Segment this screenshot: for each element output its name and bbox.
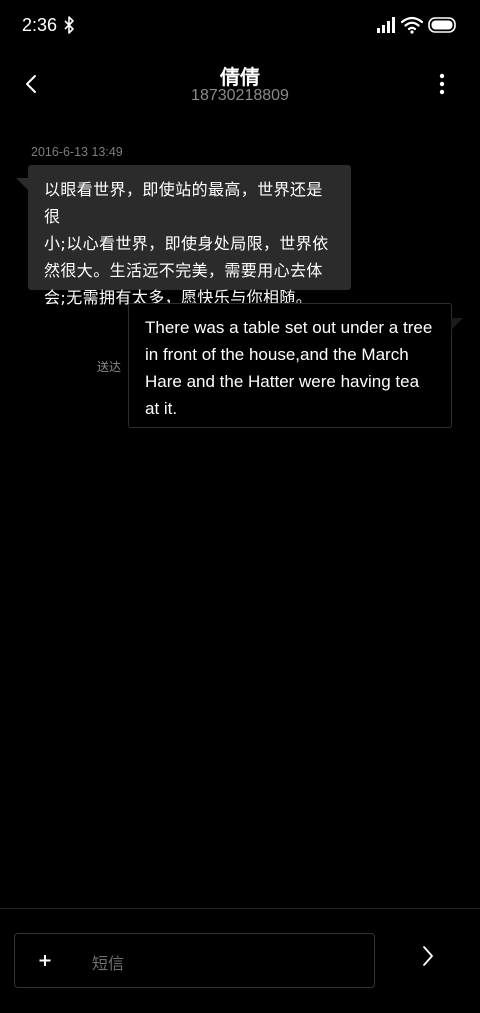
message-line: 以眼看世界，即使站的最高，世界还是很 [44, 180, 323, 226]
battery-icon [428, 17, 456, 33]
send-button[interactable] [414, 942, 442, 970]
message-input[interactable] [92, 950, 362, 976]
message-line: 小;以心看世界，即使身处局限，世界依 [44, 234, 329, 253]
sent-message-bubble[interactable]: There was a table set out under a tree i… [128, 303, 452, 428]
signal-icon [377, 17, 395, 33]
status-time: 2:36 [22, 15, 58, 35]
composer-divider [0, 908, 480, 909]
message-line: Hare and the Hatter were having tea [145, 372, 420, 391]
message-line: 然很大。生活远不完美，需要用心去体 [44, 261, 323, 280]
bluetooth-icon [64, 16, 74, 34]
message-line: There was a table set out under a tree [145, 318, 433, 337]
message-timestamp: 2016-6-13 13:49 [31, 145, 123, 159]
delivery-status: 送达 [97, 360, 122, 374]
wifi-icon [401, 16, 423, 34]
received-message-bubble[interactable]: 以眼看世界，即使站的最高，世界还是很 小;以心看世界，即使身处局限，世界依 然很… [28, 165, 351, 307]
sms-conversation-screen: 2:36 倩倩 18730218809 2016-6-13 13:49 以眼看世… [0, 0, 480, 1013]
attach-button[interactable] [30, 945, 60, 975]
received-bubble-tail [16, 178, 28, 190]
status-bar: 2:36 [0, 0, 480, 52]
conversation-header: 倩倩 18730218809 [0, 52, 480, 118]
message-line: in front of the house,and the March [145, 345, 409, 364]
chevron-right-icon [423, 946, 433, 966]
message-line: at it. [145, 399, 178, 418]
contact-name: 倩倩 [220, 65, 260, 89]
more-vertical-icon [439, 73, 445, 95]
contact-phone-number: 18730218809 [191, 87, 289, 104]
more-options-button[interactable] [428, 66, 456, 102]
plus-icon [39, 955, 51, 966]
sent-bubble-tail [451, 318, 463, 330]
